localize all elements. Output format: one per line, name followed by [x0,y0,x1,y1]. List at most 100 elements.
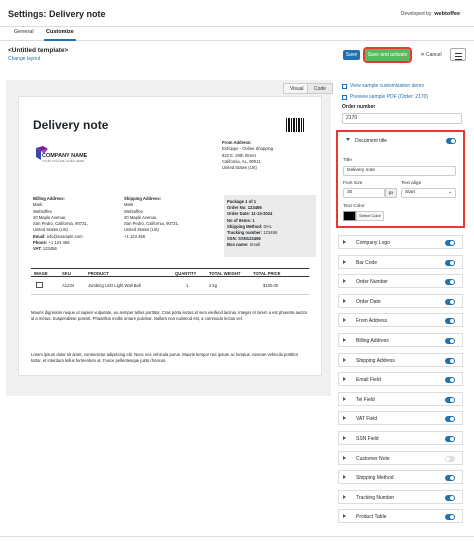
section-order-date[interactable]: Order Date [338,293,463,308]
row-qty: 1 [186,283,189,288]
document-title-toggle[interactable] [446,138,456,144]
section-toggle[interactable] [445,514,455,521]
tab-code[interactable]: Code [307,83,333,94]
section-order-number[interactable]: Order Number [338,274,463,289]
row-price: $100.00 [263,283,279,288]
section-label: Shipping Address [356,357,395,364]
chevron-right-icon [343,338,346,342]
section-toggle[interactable] [445,494,455,501]
save-button[interactable]: Save [343,50,360,60]
preview-pdf-link[interactable]: Preview sample PDF (Order: 2170) [342,94,428,100]
tab-general[interactable]: General [12,29,36,39]
section-email-field[interactable]: Email Field [338,372,463,387]
section-label: Order Date [356,298,381,305]
title-label: Title [343,158,352,163]
section-label: Email Field [356,377,381,384]
section-label: Billing Address [356,338,389,344]
save-and-activate-button[interactable]: Save and activate [363,47,412,63]
section-toggle[interactable] [445,259,455,266]
image-placeholder-icon [36,282,43,288]
shipping-address: Shipping Address: Mark Webtoffee 20 Mapl… [124,196,219,240]
order-number-input[interactable]: 2170 [342,113,462,124]
section-billing-address[interactable]: Billing Address [338,333,463,347]
billing-vat: VAT: 123456 [33,246,123,252]
chevron-right-icon [343,436,346,440]
template-name: <Untitled template> [8,47,69,54]
menu-button[interactable] [450,48,466,61]
cancel-button[interactable]: ✕ Cancel [416,50,446,60]
chevron-down-icon: ⌄ [447,190,452,195]
section-toggle[interactable] [445,416,455,423]
cancel-label: Cancel [426,52,442,58]
tab-customize[interactable]: Customize [44,29,76,41]
text-align-value: Start [405,190,416,195]
section-toggle[interactable] [445,455,455,462]
box-name: Box name: Small [227,242,313,248]
vat-label: VAT: [33,246,42,252]
section-tracking-number[interactable]: Tracking Number [338,489,463,504]
row-weight: 2 kg [209,283,217,288]
section-toggle[interactable] [445,357,455,364]
row-sku: A1234 [62,283,75,288]
section-ssn-field[interactable]: SSN Field [338,431,463,445]
view-sample-link[interactable]: View sample customization demo [342,83,424,89]
chevron-right-icon [343,514,346,519]
title-input[interactable]: Delivery note [343,166,456,176]
top-bar: Settings: Delivery note Developed by web… [0,0,474,27]
chevron-right-icon [343,240,346,244]
text-align-select[interactable]: Start ⌄ [401,188,456,198]
section-customer-note[interactable]: Customer Note [338,450,463,465]
chevron-right-icon [343,494,346,499]
font-size-label: Font size [343,181,363,186]
section-tel-field[interactable]: Tel Field [338,391,463,406]
section-toggle[interactable] [445,377,455,384]
chevron-right-icon [343,279,346,284]
section-shipping-method[interactable]: Shipping Method [338,470,463,485]
section-toggle[interactable] [445,338,455,344]
chevron-right-icon [343,259,346,264]
col-sku: SKU [62,271,71,276]
webtoffee-logo: webtoffee [434,11,460,17]
chevron-right-icon [343,318,346,323]
section-shipping-address[interactable]: Shipping Address [338,352,463,367]
footer-paragraph-2: Lorem ipsum dolor sit amet, consectetur … [31,352,299,364]
section-bar-code[interactable]: Bar Code [338,254,463,269]
section-from-address[interactable]: From Address [338,313,463,328]
section-product-table[interactable]: Product Table [338,509,463,524]
document-title-label: Document title [355,138,387,144]
change-layout-link[interactable]: Change layout [8,56,40,62]
section-toggle[interactable] [445,279,455,286]
tracking-value: 123456 [263,230,278,236]
document-title-header[interactable]: Document title [340,134,462,148]
col-product: PRODUCT [88,271,109,276]
section-toggle[interactable] [445,318,455,325]
section-label: Product Table [356,514,387,521]
section-toggle[interactable] [445,436,455,442]
product-table: IMAGE SKU PRODUCT QUANTITY TOTAL WEIGHT … [31,268,309,295]
font-size-input[interactable]: 30 [343,188,385,198]
color-swatch[interactable] [343,211,356,221]
chevron-right-icon [343,455,346,460]
section-toggle[interactable] [445,298,455,305]
bottom-border [0,536,474,542]
external-link-icon [342,94,347,100]
ship-method-label: Shipping Method: [227,223,263,229]
document-title: Delivery note [33,118,109,132]
section-toggle[interactable] [445,240,455,246]
font-size-unit: px [385,188,397,198]
chevron-right-icon [343,396,346,401]
email-value: info@example.com [46,233,83,239]
section-vat-field[interactable]: VAT Field [338,411,463,426]
section-label: Order Number [356,279,388,286]
col-weight: TOTAL WEIGHT [209,271,241,276]
section-toggle[interactable] [445,475,455,482]
ship-method-value: DHL [263,223,272,229]
section-toggle[interactable] [445,396,455,403]
phone-label: Phone: [33,240,48,246]
company-tagline: YOUR TAGLINE GOES HERE [42,159,85,163]
section-company-logo[interactable]: Company Logo [338,235,463,249]
select-color-button[interactable]: Select Color [356,211,384,221]
package-info: Package 1 of 1 Order No: 123456 Order Da… [224,195,316,257]
table-header: IMAGE SKU PRODUCT QUANTITY TOTAL WEIGHT … [31,268,309,277]
section-label: From Address [356,318,388,325]
